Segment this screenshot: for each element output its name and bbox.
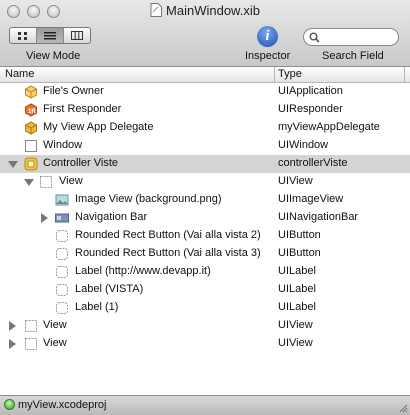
outline-row-app-delegate[interactable]: My View App Delegate myViewAppDelegate [0, 119, 410, 137]
row-type: UIView [278, 175, 313, 187]
row-type: UIView [278, 319, 313, 331]
outline-row-files-owner[interactable]: File's Owner UIApplication [0, 83, 410, 101]
row-name: View [43, 337, 67, 349]
row-type: myViewAppDelegate [278, 121, 380, 133]
row-name: File's Owner [43, 85, 104, 97]
row-name: Label (http://www.devapp.it) [75, 265, 211, 277]
object-outline: File's Owner UIApplication 1R First Resp… [0, 83, 410, 353]
svg-text:1R: 1R [28, 109, 36, 115]
outline-column-header: Name Type [0, 67, 410, 83]
row-type: UINavigationBar [278, 211, 359, 223]
search-field[interactable] [303, 28, 399, 46]
outline-row-image-view[interactable]: Image View (background.png) UIImageView [0, 191, 410, 209]
view-mode-label: View Mode [26, 50, 81, 62]
view-controller-icon [24, 157, 38, 171]
row-name: View [43, 319, 67, 331]
window-title: MainWindow.xib [166, 3, 260, 18]
row-name: First Responder [43, 103, 122, 115]
outline-row-label-url[interactable]: Label (http://www.devapp.it) UILabel [0, 263, 410, 281]
search-field-label: Search Field [322, 50, 384, 62]
resize-grip-icon[interactable] [398, 403, 408, 413]
vertical-scroll-track[interactable] [405, 67, 410, 395]
row-name: View [59, 175, 83, 187]
outline-row-label-vista[interactable]: Label (VISTA) UILabel [0, 281, 410, 299]
list-view-segment[interactable] [37, 28, 64, 43]
project-status-icon [4, 399, 15, 410]
view-icon [25, 338, 37, 350]
outline-row-label-1[interactable]: Label (1) UILabel [0, 299, 410, 317]
row-type: UIView [278, 337, 313, 349]
button-icon [56, 230, 68, 242]
row-name: My View App Delegate [43, 121, 154, 133]
column-divider[interactable] [274, 67, 275, 82]
status-bar: myView.xcodeproj [0, 395, 410, 415]
outline-row-first-responder[interactable]: 1R First Responder UIResponder [0, 101, 410, 119]
list-lines-icon [44, 31, 56, 39]
outline-row-button-vista-3[interactable]: Rounded Rect Button (Vai alla vista 3) U… [0, 245, 410, 263]
view-mode-segmented-control[interactable] [9, 27, 91, 44]
disclosure-triangle-collapsed[interactable] [9, 321, 16, 331]
outline-row-window[interactable]: Window UIWindow [0, 137, 410, 155]
view-icon [40, 176, 52, 188]
title-bar: MainWindow.xib View Mode i Inspector Sea… [0, 0, 410, 67]
disclosure-triangle-expanded[interactable] [8, 161, 18, 168]
search-input[interactable] [322, 30, 392, 44]
label-icon [56, 266, 68, 278]
row-type: UIApplication [278, 85, 343, 97]
type-column-header[interactable]: Type [278, 68, 302, 80]
view-icon [25, 320, 37, 332]
row-type: UILabel [278, 301, 316, 313]
row-type: UIImageView [278, 193, 344, 205]
navigation-bar-icon [55, 213, 69, 223]
row-type: UILabel [278, 283, 316, 295]
window-icon [25, 140, 37, 152]
row-type: controllerViste [278, 157, 348, 169]
row-name: Navigation Bar [75, 211, 148, 223]
row-name: Window [43, 139, 83, 151]
columns-icon [71, 31, 83, 40]
disclosure-triangle-collapsed[interactable] [41, 213, 48, 223]
label-icon [56, 302, 68, 314]
inspector-label[interactable]: Inspector [245, 50, 290, 62]
disclosure-triangle-collapsed[interactable] [9, 339, 16, 349]
xib-document-icon [150, 3, 163, 17]
window-title-area: MainWindow.xib [0, 3, 410, 18]
name-column-header[interactable]: Name [5, 68, 34, 80]
row-name: Rounded Rect Button (Vai alla vista 3) [75, 247, 261, 259]
row-name: Image View (background.png) [75, 193, 222, 205]
label-icon [56, 284, 68, 296]
column-view-segment[interactable] [64, 28, 90, 43]
row-name: Rounded Rect Button (Vai alla vista 2) [75, 229, 261, 241]
row-name: Controller Viste [43, 157, 118, 169]
row-type: UIResponder [278, 103, 343, 115]
disclosure-triangle-expanded[interactable] [24, 179, 34, 186]
row-type: UIButton [278, 229, 321, 241]
project-name[interactable]: myView.xcodeproj [18, 399, 106, 411]
outline-row-view-3[interactable]: View UIView [0, 335, 410, 353]
row-type: UIWindow [278, 139, 329, 151]
outline-row-view[interactable]: View UIView [0, 173, 410, 191]
row-name: Label (1) [75, 301, 119, 313]
row-type: UIButton [278, 247, 321, 259]
outline-row-navigation-bar[interactable]: Navigation Bar UINavigationBar [0, 209, 410, 227]
icon-view-segment[interactable] [10, 28, 37, 43]
icon-grid-icon [18, 31, 27, 40]
inspector-info-icon[interactable]: i [257, 26, 278, 47]
xib-document-window: MainWindow.xib View Mode i Inspector Sea… [0, 0, 410, 415]
object-cube-icon [25, 121, 37, 135]
outline-row-view-2[interactable]: View UIView [0, 317, 410, 335]
outline-row-button-vista-2[interactable]: Rounded Rect Button (Vai alla vista 2) U… [0, 227, 410, 245]
first-responder-icon: 1R [25, 103, 37, 117]
magnifier-icon [309, 32, 320, 43]
outline-row-controller-viste[interactable]: Controller Viste controllerViste [0, 155, 410, 173]
image-view-icon [55, 194, 69, 206]
button-icon [56, 248, 68, 260]
row-type: UILabel [278, 265, 316, 277]
row-name: Label (VISTA) [75, 283, 144, 295]
cube-outline-icon [25, 85, 37, 99]
